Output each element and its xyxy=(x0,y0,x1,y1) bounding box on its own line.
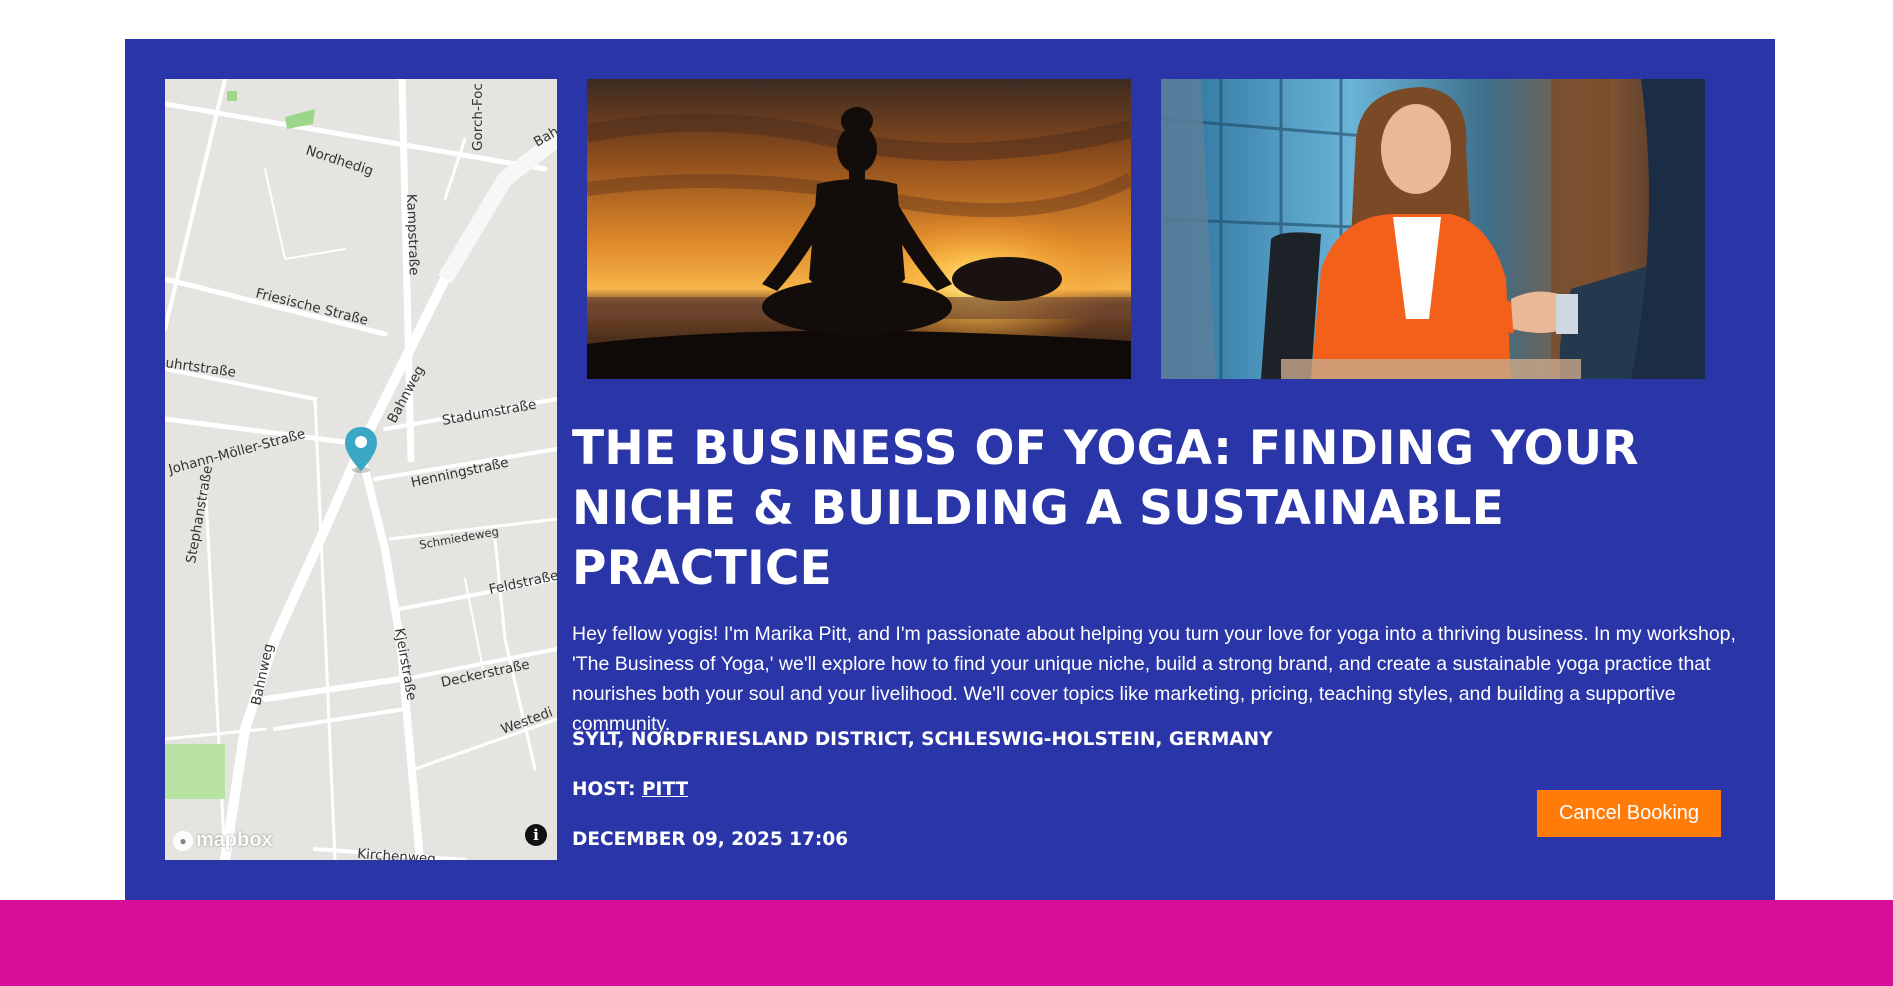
event-details: The Business of Yoga: Finding Your Niche… xyxy=(572,419,1752,850)
street-label-nordhedig: Nordhedig xyxy=(304,143,376,180)
meditation-sunset-photo xyxy=(587,79,1131,379)
location-map[interactable]: Nordhedig Gorch-Foc Bah Kampstraße Fries… xyxy=(165,79,557,860)
street-label-stephanstrasse: Stephanstraße xyxy=(183,464,216,564)
host-label: Host: xyxy=(572,779,636,800)
info-icon[interactable]: i xyxy=(525,824,547,846)
business-handshake-photo xyxy=(1161,79,1705,379)
event-card: Nordhedig Gorch-Foc Bah Kampstraße Fries… xyxy=(125,39,1775,900)
street-label-henningstrasse: Henningstraße xyxy=(410,455,511,491)
street-label-bahnweg-mid: Bahnweg xyxy=(384,363,428,426)
street-label-kjeirstrasse: Kjeirstraße xyxy=(391,627,419,702)
event-location: Sylt, Nordfriesland District, Schleswig-… xyxy=(572,729,1273,750)
street-label-schmiedeweg: Schmiedeweg xyxy=(418,524,500,552)
street-label-westedi: Westedi xyxy=(499,704,555,737)
host-name-link[interactable]: Pitt xyxy=(642,779,688,800)
street-label-deckerstrasse: Deckerstraße xyxy=(440,656,532,690)
street-label-feldstrasse: Feldstraße xyxy=(488,568,557,598)
street-label-gorch-fock: Gorch-Foc xyxy=(470,83,486,151)
event-datetime: December 09, 2025 17:06 xyxy=(572,829,849,850)
footer-band xyxy=(0,900,1893,986)
mapbox-attribution: mapbox xyxy=(196,829,273,851)
event-title: The Business of Yoga: Finding Your Niche… xyxy=(572,421,1639,596)
event-description: Hey fellow yogis! I'm Marika Pitt, and I… xyxy=(572,623,1736,735)
map-pin-icon[interactable] xyxy=(343,425,379,475)
street-label-bahnweg-low: Bahnweg xyxy=(248,642,277,707)
street-label-friesische: Friesische Straße xyxy=(254,285,370,328)
street-label-kirchenweg: Kirchenweg xyxy=(357,846,437,860)
mapbox-logo[interactable]: ● mapbox xyxy=(173,829,273,852)
event-host: Host: Pitt xyxy=(572,779,688,800)
cancel-booking-button[interactable]: Cancel Booking xyxy=(1537,790,1721,837)
street-label-bahnweg-top: Bah xyxy=(531,124,557,151)
street-label-uhrtstrasse: uhrtstraße xyxy=(165,355,237,381)
mapbox-logo-icon: ● xyxy=(173,830,193,851)
street-label-kampstrasse: Kampstraße xyxy=(403,194,422,276)
street-label-johann-moeller: Johann-Möller-Straße xyxy=(166,426,307,478)
street-label-stadumstrasse: Stadumstraße xyxy=(441,397,538,429)
